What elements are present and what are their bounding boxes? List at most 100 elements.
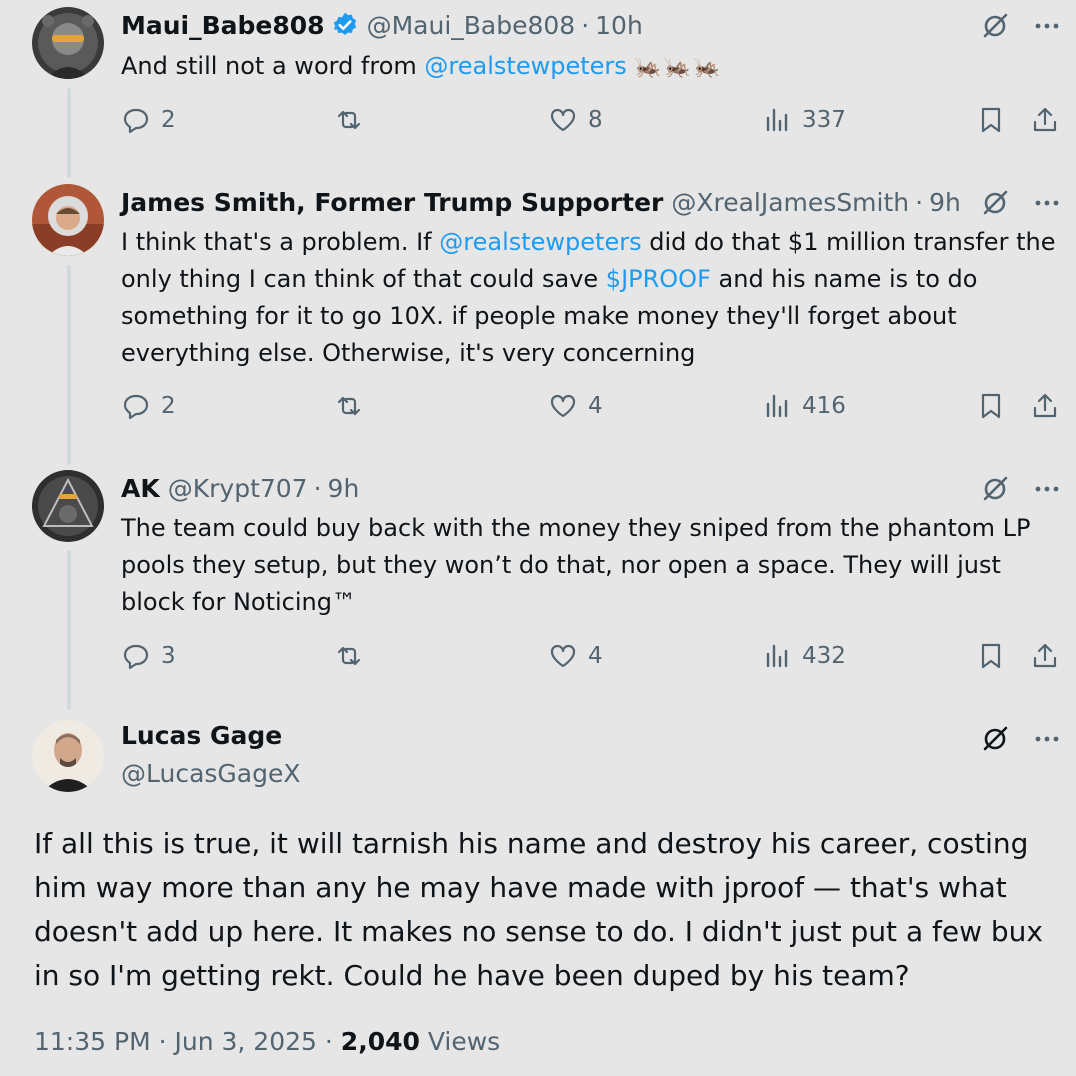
views-icon bbox=[766, 394, 788, 418]
reply-icon bbox=[123, 108, 149, 134]
thread-line bbox=[67, 550, 71, 710]
action-bar: 2 8 337 bbox=[0, 105, 1076, 145]
like-button[interactable]: 4 bbox=[548, 641, 603, 671]
avatar[interactable] bbox=[32, 720, 104, 792]
tweet-header: Maui_Babe808 @Maui_Babe808 · 10h bbox=[121, 7, 966, 43]
views-label: Views bbox=[427, 1027, 501, 1056]
like-button[interactable]: 8 bbox=[548, 105, 603, 135]
like-icon bbox=[550, 394, 576, 418]
author-handle[interactable]: @Maui_Babe808 bbox=[367, 11, 576, 40]
tweet-text: I think that's a problem. If @realstewpe… bbox=[121, 224, 1058, 372]
reply-count: 3 bbox=[161, 643, 176, 669]
author-handle[interactable]: @LucasGageX bbox=[121, 759, 301, 788]
reply-count: 2 bbox=[161, 393, 176, 419]
author-name[interactable]: James Smith, Former Trump Supporter bbox=[121, 188, 663, 217]
tweet-header: AK @Krypt707 · 9h bbox=[121, 470, 966, 506]
more-icon[interactable] bbox=[1032, 188, 1062, 218]
share-icon bbox=[1033, 393, 1057, 418]
timestamp[interactable]: 9h bbox=[328, 474, 360, 503]
text-segment: I think that's a problem. If bbox=[121, 228, 440, 256]
post-date[interactable]: Jun 3, 2025 bbox=[175, 1027, 317, 1056]
more-icon[interactable] bbox=[1032, 474, 1062, 504]
action-bar: 2 4 416 bbox=[0, 391, 1076, 431]
grok-icon[interactable] bbox=[980, 11, 1010, 41]
view-count: 432 bbox=[802, 643, 846, 669]
tweet-header: James Smith, Former Trump Supporter @Xre… bbox=[121, 184, 966, 220]
bookmark-icon bbox=[981, 393, 1001, 419]
separator: · bbox=[313, 473, 322, 503]
bookmark-button[interactable] bbox=[976, 105, 1006, 135]
tweet-text: And still not a word from @realstewpeter… bbox=[121, 48, 1058, 86]
avatar-image bbox=[32, 7, 104, 79]
views-button[interactable]: 432 bbox=[762, 641, 846, 671]
views-count: 2,040 bbox=[340, 1027, 420, 1056]
author-handle[interactable]: @XrealJamesSmith bbox=[671, 188, 909, 217]
like-icon bbox=[550, 108, 576, 132]
thread-line bbox=[67, 265, 71, 465]
author-handle[interactable]: @Krypt707 bbox=[168, 474, 308, 503]
like-count: 4 bbox=[588, 643, 603, 669]
retweet-icon bbox=[337, 646, 361, 666]
cricket-emoji: 🦗🦗🦗 bbox=[634, 55, 723, 80]
reply-icon bbox=[123, 394, 149, 420]
separator: · bbox=[324, 1027, 333, 1056]
post-time[interactable]: 11:35 PM bbox=[34, 1027, 151, 1056]
author-name[interactable]: Maui_Babe808 bbox=[121, 11, 325, 40]
author-name[interactable]: AK bbox=[121, 474, 160, 503]
reply-icon bbox=[123, 644, 149, 670]
avatar[interactable] bbox=[32, 7, 104, 79]
share-icon bbox=[1033, 643, 1057, 668]
share-button[interactable] bbox=[1030, 105, 1060, 135]
timestamp[interactable]: 9h bbox=[929, 188, 961, 217]
separator: · bbox=[581, 10, 590, 40]
separator: · bbox=[158, 1027, 167, 1056]
avatar-image bbox=[32, 184, 104, 256]
view-count: 337 bbox=[802, 107, 846, 133]
grok-icon[interactable] bbox=[980, 724, 1010, 754]
bookmark-button[interactable] bbox=[976, 641, 1006, 671]
reply-button[interactable]: 3 bbox=[121, 641, 176, 671]
retweet-icon bbox=[337, 396, 361, 416]
retweet-icon bbox=[337, 110, 361, 130]
reply-count: 2 bbox=[161, 107, 176, 133]
like-count: 8 bbox=[588, 107, 603, 133]
bookmark-icon bbox=[981, 643, 1001, 669]
more-icon[interactable] bbox=[1032, 11, 1062, 41]
reply-button[interactable]: 2 bbox=[121, 391, 176, 421]
share-icon bbox=[1033, 107, 1057, 132]
share-button[interactable] bbox=[1030, 391, 1060, 421]
avatar[interactable] bbox=[32, 470, 104, 542]
bookmark-icon bbox=[981, 107, 1001, 133]
views-button[interactable]: 337 bbox=[762, 105, 846, 135]
like-icon bbox=[550, 644, 576, 668]
views-icon bbox=[766, 108, 788, 132]
cashtag-link[interactable]: $JPROOF bbox=[606, 265, 711, 293]
retweet-button[interactable] bbox=[334, 641, 364, 671]
like-button[interactable]: 4 bbox=[548, 391, 603, 421]
separator: · bbox=[915, 187, 924, 217]
views-icon bbox=[766, 644, 788, 668]
avatar-image bbox=[32, 470, 104, 542]
view-count: 416 bbox=[802, 393, 846, 419]
avatar[interactable] bbox=[32, 184, 104, 256]
views-button[interactable]: 416 bbox=[762, 391, 846, 421]
retweet-button[interactable] bbox=[334, 105, 364, 135]
tweet-meta: 11:35 PM · Jun 3, 2025 · 2,040 Views bbox=[34, 1027, 500, 1056]
mention-link[interactable]: @realstewpeters bbox=[424, 52, 626, 80]
reply-button[interactable]: 2 bbox=[121, 105, 176, 135]
retweet-button[interactable] bbox=[334, 391, 364, 421]
verified-icon bbox=[333, 12, 356, 35]
timestamp[interactable]: 10h bbox=[595, 11, 643, 40]
author-name[interactable]: Lucas Gage bbox=[121, 721, 282, 750]
share-button[interactable] bbox=[1030, 641, 1060, 671]
tweet-text: If all this is true, it will tarnish his… bbox=[34, 827, 1043, 992]
like-count: 4 bbox=[588, 393, 603, 419]
mention-link[interactable]: @realstewpeters bbox=[439, 228, 641, 256]
grok-icon[interactable] bbox=[980, 188, 1010, 218]
tweet-text: The team could buy back with the money t… bbox=[121, 514, 1031, 616]
more-icon[interactable] bbox=[1032, 724, 1062, 754]
grok-icon[interactable] bbox=[980, 474, 1010, 504]
bookmark-button[interactable] bbox=[976, 391, 1006, 421]
avatar-image bbox=[32, 720, 104, 792]
text-segment: And still not a word from bbox=[121, 52, 425, 80]
